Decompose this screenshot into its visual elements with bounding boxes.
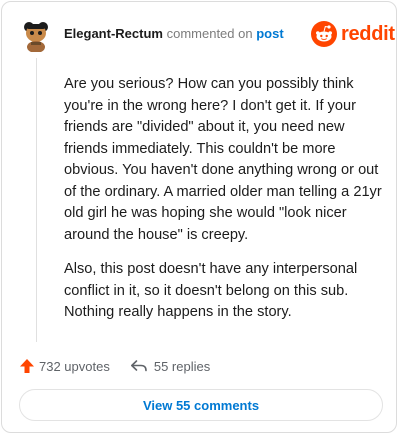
reply-count: 55 replies (153, 358, 211, 374)
username[interactable]: Elegant-Rectum (64, 26, 163, 41)
avatar[interactable] (19, 18, 53, 53)
comment-footer: 732 upvotes 55 replies (19, 356, 210, 376)
comment-body: Are you serious? How can you possibly th… (64, 74, 382, 337)
upvote-arrow-icon (20, 359, 34, 373)
reddit-alien-icon (311, 21, 337, 47)
replies-button[interactable]: 55 replies (130, 359, 210, 374)
view-comments-button[interactable]: View 55 comments (19, 389, 383, 421)
avatar-snoo-icon (24, 22, 48, 53)
post-link[interactable]: post (256, 26, 283, 41)
commented-on-text: commented on (166, 26, 253, 41)
reddit-wordmark: reddit (341, 22, 395, 45)
comment-header: Elegant-Rectum commented on post (64, 26, 284, 42)
comment-card: Elegant-Rectum commented on post reddit … (1, 1, 397, 433)
comment-paragraph: Also, this post doesn't have any interpe… (64, 261, 358, 320)
reply-arrow-icon (130, 360, 147, 372)
comment-paragraph: Are you serious? How can you possibly th… (64, 76, 382, 243)
reddit-logo[interactable]: reddit (311, 20, 395, 48)
thread-line (36, 58, 37, 342)
upvote-button[interactable]: 732 upvotes (19, 358, 110, 374)
upvote-count: 732 upvotes (39, 358, 110, 374)
